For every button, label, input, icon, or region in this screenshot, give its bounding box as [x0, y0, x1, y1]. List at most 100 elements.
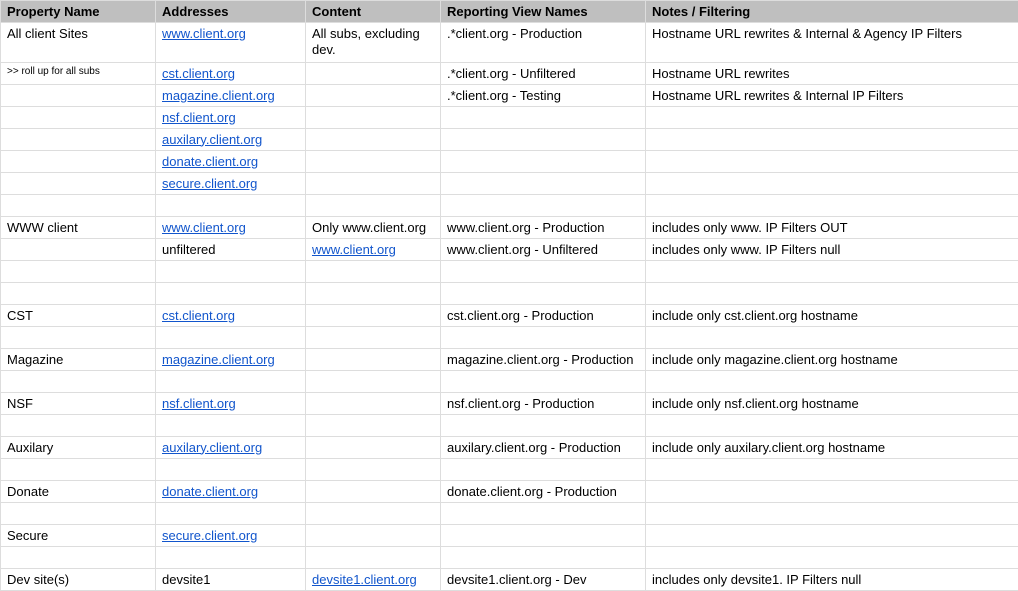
cell-property[interactable]: Magazine	[1, 348, 156, 370]
cell-addresses[interactable]: auxilary.client.org	[156, 436, 306, 458]
cell-addresses[interactable]: magazine.client.org	[156, 84, 306, 106]
cell-content[interactable]	[306, 260, 441, 282]
cell-property[interactable]	[1, 106, 156, 128]
cell-reporting[interactable]: .*client.org - Production	[441, 23, 646, 63]
address-link[interactable]: auxilary.client.org	[162, 440, 262, 455]
cell-property[interactable]: Auxilary	[1, 436, 156, 458]
cell-notes[interactable]: includes only www. IP Filters OUT	[646, 216, 1018, 238]
cell-property[interactable]	[1, 172, 156, 194]
address-link[interactable]: www.client.org	[162, 26, 246, 41]
cell-notes[interactable]	[646, 546, 1018, 568]
address-link[interactable]: cst.client.org	[162, 308, 235, 323]
cell-reporting[interactable]	[441, 172, 646, 194]
cell-reporting[interactable]	[441, 260, 646, 282]
content-link[interactable]: www.client.org	[312, 242, 396, 257]
cell-notes[interactable]: Hostname URL rewrites	[646, 62, 1018, 84]
cell-property[interactable]	[1, 282, 156, 304]
cell-addresses[interactable]: magazine.client.org	[156, 348, 306, 370]
cell-notes[interactable]	[646, 282, 1018, 304]
cell-content[interactable]: All subs, excluding dev.	[306, 23, 441, 63]
cell-addresses[interactable]: donate.client.org	[156, 150, 306, 172]
cell-content[interactable]	[306, 304, 441, 326]
cell-notes[interactable]	[646, 194, 1018, 216]
cell-addresses[interactable]: devsite1	[156, 568, 306, 590]
cell-reporting[interactable]	[441, 458, 646, 480]
address-link[interactable]: www.client.org	[162, 220, 246, 235]
address-link[interactable]: secure.client.org	[162, 176, 257, 191]
cell-content[interactable]	[306, 524, 441, 546]
cell-addresses[interactable]: nsf.client.org	[156, 106, 306, 128]
cell-addresses[interactable]	[156, 282, 306, 304]
cell-reporting[interactable]	[441, 128, 646, 150]
content-link[interactable]: devsite1.client.org	[312, 572, 417, 587]
cell-property[interactable]: Secure	[1, 524, 156, 546]
cell-addresses[interactable]	[156, 414, 306, 436]
cell-reporting[interactable]: .*client.org - Unfiltered	[441, 62, 646, 84]
cell-property[interactable]	[1, 458, 156, 480]
cell-notes[interactable]	[646, 260, 1018, 282]
cell-content[interactable]	[306, 348, 441, 370]
cell-reporting[interactable]: www.client.org - Unfiltered	[441, 238, 646, 260]
cell-addresses[interactable]: cst.client.org	[156, 62, 306, 84]
cell-notes[interactable]	[646, 326, 1018, 348]
cell-content[interactable]	[306, 128, 441, 150]
cell-notes[interactable]	[646, 414, 1018, 436]
cell-property[interactable]: >> roll up for all subs	[1, 62, 156, 84]
cell-reporting[interactable]: magazine.client.org - Production	[441, 348, 646, 370]
cell-notes[interactable]: include only magazine.client.org hostnam…	[646, 348, 1018, 370]
cell-property[interactable]: All client Sites	[1, 23, 156, 63]
cell-notes[interactable]	[646, 106, 1018, 128]
cell-content[interactable]	[306, 458, 441, 480]
cell-content[interactable]	[306, 502, 441, 524]
cell-addresses[interactable]: secure.client.org	[156, 524, 306, 546]
cell-notes[interactable]	[646, 480, 1018, 502]
cell-content[interactable]: devsite1.client.org	[306, 568, 441, 590]
address-link[interactable]: nsf.client.org	[162, 396, 236, 411]
cell-notes[interactable]: includes only devsite1. IP Filters null	[646, 568, 1018, 590]
cell-addresses[interactable]: unfiltered	[156, 238, 306, 260]
cell-content[interactable]	[306, 84, 441, 106]
cell-content[interactable]: www.client.org	[306, 238, 441, 260]
cell-property[interactable]	[1, 502, 156, 524]
cell-notes[interactable]	[646, 370, 1018, 392]
cell-content[interactable]	[306, 62, 441, 84]
cell-property[interactable]	[1, 326, 156, 348]
cell-addresses[interactable]	[156, 194, 306, 216]
cell-property[interactable]	[1, 194, 156, 216]
cell-notes[interactable]: includes only www. IP Filters null	[646, 238, 1018, 260]
cell-notes[interactable]: include only auxilary.client.org hostnam…	[646, 436, 1018, 458]
cell-notes[interactable]	[646, 502, 1018, 524]
cell-reporting[interactable]: .*client.org - Testing	[441, 84, 646, 106]
address-link[interactable]: donate.client.org	[162, 154, 258, 169]
cell-notes[interactable]: include only cst.client.org hostname	[646, 304, 1018, 326]
cell-reporting[interactable]	[441, 370, 646, 392]
cell-content[interactable]	[306, 150, 441, 172]
cell-property[interactable]	[1, 370, 156, 392]
cell-reporting[interactable]	[441, 326, 646, 348]
cell-reporting[interactable]	[441, 282, 646, 304]
cell-property[interactable]	[1, 546, 156, 568]
cell-addresses[interactable]	[156, 458, 306, 480]
cell-notes[interactable]	[646, 128, 1018, 150]
cell-notes[interactable]: Hostname URL rewrites & Internal IP Filt…	[646, 84, 1018, 106]
cell-reporting[interactable]	[441, 502, 646, 524]
cell-addresses[interactable]: cst.client.org	[156, 304, 306, 326]
address-link[interactable]: auxilary.client.org	[162, 132, 262, 147]
address-link[interactable]: nsf.client.org	[162, 110, 236, 125]
cell-property[interactable]: Dev site(s)	[1, 568, 156, 590]
cell-notes[interactable]	[646, 458, 1018, 480]
cell-addresses[interactable]: auxilary.client.org	[156, 128, 306, 150]
cell-reporting[interactable]: donate.client.org - Production	[441, 480, 646, 502]
cell-property[interactable]: NSF	[1, 392, 156, 414]
cell-notes[interactable]: Hostname URL rewrites & Internal & Agenc…	[646, 23, 1018, 63]
cell-addresses[interactable]: www.client.org	[156, 23, 306, 63]
cell-property[interactable]	[1, 238, 156, 260]
cell-reporting[interactable]: auxilary.client.org - Production	[441, 436, 646, 458]
cell-property[interactable]	[1, 84, 156, 106]
cell-content[interactable]	[306, 172, 441, 194]
cell-notes[interactable]	[646, 524, 1018, 546]
cell-content[interactable]	[306, 326, 441, 348]
cell-notes[interactable]	[646, 172, 1018, 194]
cell-content[interactable]	[306, 392, 441, 414]
cell-addresses[interactable]	[156, 326, 306, 348]
